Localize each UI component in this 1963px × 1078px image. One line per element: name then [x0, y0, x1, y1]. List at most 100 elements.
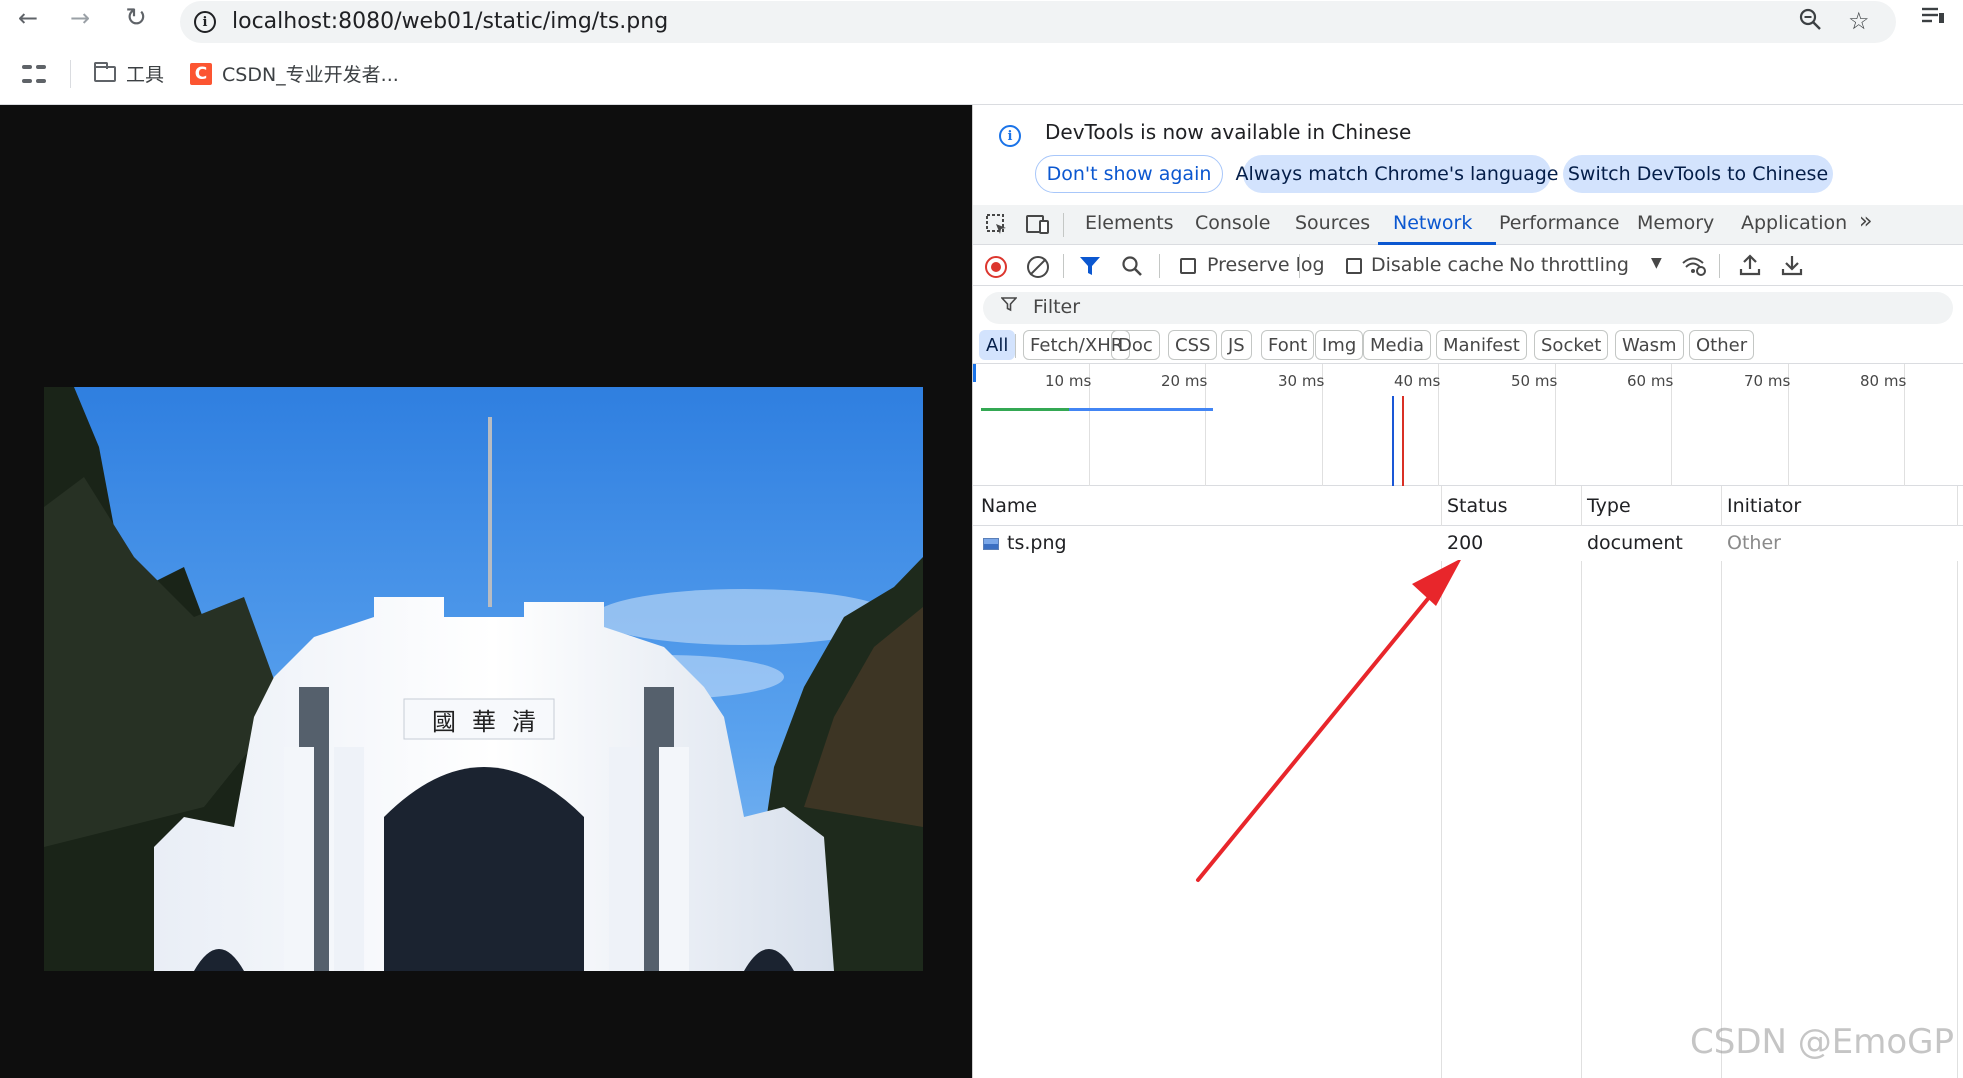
disable-cache-label: Disable cache	[1371, 254, 1504, 276]
resource-type-filters: All Fetch/XHR Doc CSS JS Font Img Media …	[973, 328, 1963, 364]
preserve-log-label: Preserve log	[1207, 254, 1325, 276]
tab-network[interactable]: Network	[1393, 212, 1472, 234]
watermark-text: CSDN @EmoGP	[1690, 1022, 1954, 1062]
infobar-message: DevTools is now available in Chinese	[1045, 120, 1412, 144]
tab-memory[interactable]: Memory	[1637, 212, 1714, 234]
browser-toolbar: ← → ↻ i localhost:8080/web01/static/img/…	[0, 0, 1963, 43]
tab-sources[interactable]: Sources	[1295, 212, 1370, 234]
type-filter-socket[interactable]: Socket	[1534, 330, 1609, 360]
request-waiting-bar	[981, 408, 1069, 411]
toolbar-separator	[1063, 254, 1064, 278]
switch-to-chinese-button[interactable]: Switch DevTools to Chinese	[1563, 155, 1833, 193]
tab-application[interactable]: Application	[1741, 212, 1847, 234]
bookmarks-separator	[70, 60, 71, 88]
info-icon: i	[999, 125, 1021, 147]
request-type: document	[1587, 532, 1683, 554]
bookmarks-bar: 工具 C CSDN_专业开发者...	[0, 50, 1963, 100]
column-header-type[interactable]: Type	[1587, 495, 1631, 517]
bookmark-label: CSDN_专业开发者...	[222, 64, 399, 86]
column-header-name[interactable]: Name	[981, 495, 1037, 517]
gate-photo: 國 華 清	[44, 387, 923, 971]
throttling-select[interactable]: No throttling	[1509, 254, 1629, 276]
device-toolbar-icon[interactable]	[1025, 213, 1051, 242]
svg-text:華: 華	[472, 708, 496, 736]
tab-elements[interactable]: Elements	[1085, 212, 1174, 234]
type-filter-separator	[1015, 334, 1016, 358]
apps-grid-icon[interactable]	[22, 62, 46, 86]
filter-funnel-icon[interactable]	[1079, 255, 1101, 282]
filter-row: Filter	[973, 286, 1963, 328]
zoom-icon[interactable]	[1798, 7, 1822, 37]
type-filter-doc[interactable]: Doc	[1111, 330, 1160, 360]
language-infobar: i DevTools is now available in Chinese D…	[973, 105, 1963, 205]
type-filter-img[interactable]: Img	[1315, 330, 1364, 360]
bookmark-folder-tools[interactable]: 工具	[94, 60, 164, 87]
toolbar-separator	[1719, 254, 1720, 278]
type-filter-manifest[interactable]: Manifest	[1436, 330, 1527, 360]
active-tab-indicator	[1378, 242, 1496, 245]
request-download-bar	[1069, 408, 1213, 411]
network-toolbar: Preserve log Disable cache No throttling…	[973, 246, 1963, 286]
requests-table-header: Name Status Type Initiator	[973, 486, 1963, 526]
more-tabs-chevron-icon[interactable]: »	[1859, 209, 1872, 234]
url-text[interactable]: localhost:8080/web01/static/img/ts.png	[232, 9, 668, 34]
type-filter-js[interactable]: JS	[1221, 330, 1252, 360]
type-filter-font[interactable]: Font	[1261, 330, 1315, 360]
devtools-tabs-bar: Elements Console Sources Network Perform…	[973, 205, 1963, 245]
search-icon[interactable]	[1121, 255, 1143, 282]
address-bar[interactable]: i localhost:8080/web01/static/img/ts.png…	[180, 1, 1896, 43]
table-row[interactable]: ts.png 200 document Other	[973, 526, 1963, 561]
network-overview-timeline[interactable]: 10 ms 20 ms 30 ms 40 ms 50 ms 60 ms 70 m…	[973, 364, 1963, 486]
column-divider	[1957, 486, 1958, 1078]
type-filter-media[interactable]: Media	[1363, 330, 1432, 360]
site-info-icon[interactable]: i	[194, 11, 216, 33]
clear-icon[interactable]	[1027, 256, 1049, 278]
timeline-tick-label: 10 ms	[1045, 372, 1092, 390]
column-header-initiator[interactable]: Initiator	[1727, 495, 1801, 517]
throttling-dropdown-icon[interactable]: ▼	[1651, 256, 1662, 270]
tab-console[interactable]: Console	[1195, 212, 1270, 234]
record-stop-icon[interactable]	[985, 256, 1007, 278]
bookmark-csdn[interactable]: C CSDN_专业开发者...	[190, 60, 399, 87]
timeline-tick-label: 70 ms	[1744, 372, 1791, 390]
type-filter-other[interactable]: Other	[1689, 330, 1755, 360]
request-initiator: Other	[1727, 532, 1781, 554]
filter-icon	[1000, 296, 1018, 317]
import-har-icon[interactable]	[1739, 254, 1761, 281]
type-filter-css[interactable]: CSS	[1168, 330, 1218, 360]
disable-cache-checkbox[interactable]	[1346, 258, 1362, 274]
filter-placeholder: Filter	[1033, 296, 1081, 318]
load-event-line	[1402, 396, 1404, 486]
timeline-tick-label: 40 ms	[1394, 372, 1441, 390]
tabs-separator	[1063, 213, 1064, 237]
annotation-arrow	[1196, 560, 1461, 882]
export-har-icon[interactable]	[1781, 254, 1803, 281]
page-content: 國 華 清	[0, 105, 972, 1078]
reload-icon[interactable]: ↻	[120, 2, 152, 34]
preserve-log-checkbox[interactable]	[1180, 258, 1196, 274]
column-divider	[1721, 486, 1722, 1078]
filter-input[interactable]: Filter	[983, 292, 1953, 324]
column-header-status[interactable]: Status	[1447, 495, 1508, 517]
type-filter-all[interactable]: All	[979, 330, 1016, 360]
folder-icon	[94, 61, 116, 82]
dom-content-loaded-line	[1392, 396, 1394, 486]
forward-arrow-icon[interactable]: →	[64, 2, 96, 34]
type-filter-wasm[interactable]: Wasm	[1615, 330, 1684, 360]
back-arrow-icon[interactable]: ←	[12, 2, 44, 34]
timeline-tick-label: 60 ms	[1627, 372, 1674, 390]
request-name[interactable]: ts.png	[1007, 532, 1067, 554]
inspect-element-icon[interactable]	[985, 213, 1009, 242]
network-conditions-icon[interactable]	[1681, 255, 1707, 282]
bookmark-label: 工具	[126, 64, 165, 86]
tab-performance[interactable]: Performance	[1499, 212, 1619, 234]
timeline-tick-label: 20 ms	[1161, 372, 1208, 390]
match-language-button[interactable]: Always match Chrome's language	[1236, 155, 1558, 193]
bookmark-star-icon[interactable]: ☆	[1848, 7, 1870, 35]
image-file-icon	[983, 538, 999, 550]
svg-text:清: 清	[512, 708, 536, 736]
timeline-start-marker	[973, 364, 976, 382]
reading-list-icon[interactable]	[1920, 4, 1946, 34]
csdn-logo-icon: C	[190, 62, 212, 85]
dont-show-again-button[interactable]: Don't show again	[1035, 155, 1223, 193]
